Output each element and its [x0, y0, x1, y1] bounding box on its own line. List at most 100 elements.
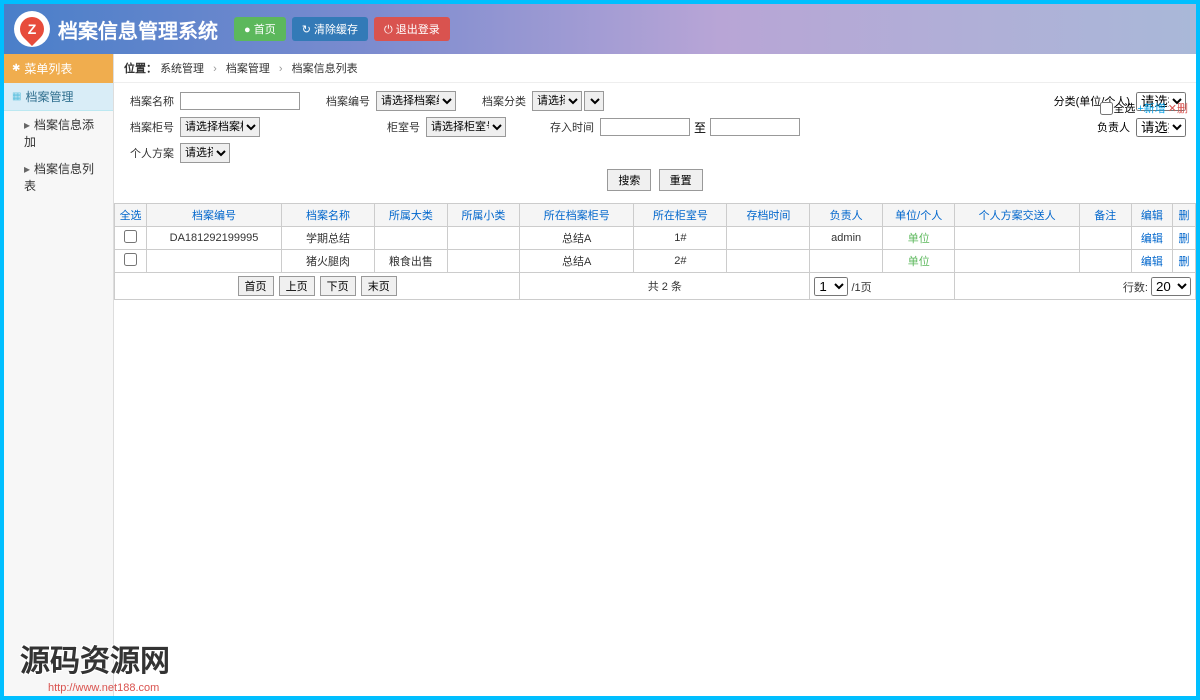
col-select: 全选	[115, 204, 147, 227]
cell-code: DA181292199995	[147, 227, 282, 250]
cell-owner	[810, 250, 883, 273]
cabinet-label: 档案柜号	[124, 119, 174, 135]
data-table: 全选 档案编号 档案名称 所属大类 所属小类 所在档案柜号 所在柜室号 存档时间…	[114, 203, 1196, 300]
breadcrumb-part[interactable]: 档案管理	[226, 63, 270, 75]
store-time-label: 存入时间	[544, 119, 594, 135]
table-header-row: 全选 档案编号 档案名称 所属大类 所属小类 所在档案柜号 所在柜室号 存档时间…	[115, 204, 1196, 227]
col-unit: 单位/个人	[882, 204, 955, 227]
col-del: 删	[1173, 204, 1196, 227]
archive-name-input[interactable]	[180, 92, 300, 110]
breadcrumb-part[interactable]: 系统管理	[160, 63, 204, 75]
col-cat1: 所属大类	[375, 204, 448, 227]
cell-remark	[1079, 227, 1131, 250]
edit-link[interactable]: 编辑	[1131, 227, 1172, 250]
cell-cat1: 粮食出售	[375, 250, 448, 273]
breadcrumb: 位置： 系统管理 › 档案管理 › 档案信息列表	[114, 54, 1196, 83]
row-checkbox[interactable]	[124, 253, 137, 266]
cell-room: 1#	[634, 227, 727, 250]
sidebar-item-list[interactable]: 档案信息列表	[4, 155, 113, 199]
date-to-label: 至	[694, 119, 706, 136]
edit-link[interactable]: 编辑	[1131, 250, 1172, 273]
col-cabinet: 所在档案柜号	[520, 204, 634, 227]
cell-remark	[1079, 250, 1131, 273]
table-row: 猪火腿肉粮食出售 总结A2# 单位 编辑删	[115, 250, 1196, 273]
cell-sender	[955, 227, 1079, 250]
delete-link[interactable]: 删	[1173, 227, 1196, 250]
rows-label: 行数:	[1123, 282, 1148, 294]
table-row: DA181292199995学期总结 总结A1# admin单位 编辑删	[115, 227, 1196, 250]
cell-unit-link[interactable]: 单位	[882, 250, 955, 273]
first-page-button[interactable]: 首页	[238, 276, 274, 296]
add-button[interactable]: +新增	[1137, 100, 1165, 116]
menu-header: 菜单列表	[4, 54, 113, 83]
next-page-button[interactable]: 下页	[320, 276, 356, 296]
cell-owner: admin	[810, 227, 883, 250]
store-time-to-input[interactable]	[710, 118, 800, 136]
cell-code	[147, 250, 282, 273]
cell-name: 学期总结	[281, 227, 374, 250]
chevron-right-icon: ›	[213, 63, 217, 75]
cell-sender	[955, 250, 1079, 273]
row-checkbox[interactable]	[124, 230, 137, 243]
rows-per-page-select[interactable]: 20	[1151, 277, 1191, 296]
archive-category-select[interactable]: 请选择	[532, 91, 582, 111]
owner-label: 负责人	[1097, 119, 1130, 135]
personal-plan-label: 个人方案	[124, 145, 174, 161]
cell-time	[727, 250, 810, 273]
col-cat2: 所属小类	[447, 204, 520, 227]
room-select[interactable]: 请选择柜室号	[426, 117, 506, 137]
main-content: 位置： 系统管理 › 档案管理 › 档案信息列表 全选 +新增 ✕删 档案名称	[114, 54, 1196, 696]
cell-cat2	[447, 250, 520, 273]
app-logo-icon	[14, 11, 50, 47]
clear-cache-button[interactable]: ↻ 清除缓存	[292, 17, 368, 41]
col-room: 所在柜室号	[634, 204, 727, 227]
cell-name: 猪火腿肉	[281, 250, 374, 273]
col-time: 存档时间	[727, 204, 810, 227]
col-owner: 负责人	[810, 204, 883, 227]
sidebar-group-archives[interactable]: 档案管理	[4, 83, 113, 111]
archive-category-label: 档案分类	[476, 93, 526, 109]
logout-button[interactable]: ⏻ 退出登录	[374, 17, 450, 41]
archive-code-label: 档案编号	[320, 93, 370, 109]
store-time-from-input[interactable]	[600, 118, 690, 136]
cell-cabinet: 总结A	[520, 227, 634, 250]
select-all-checkbox[interactable]	[1100, 102, 1113, 115]
cell-time	[727, 227, 810, 250]
cell-cat1	[375, 227, 448, 250]
app-header: 档案信息管理系统 ● 首页 ↻ 清除缓存 ⏻ 退出登录	[4, 4, 1196, 54]
col-code: 档案编号	[147, 204, 282, 227]
cabinet-select[interactable]: 请选择档案柜号	[180, 117, 260, 137]
cell-unit-link[interactable]: 单位	[882, 227, 955, 250]
breadcrumb-prefix: 位置：	[124, 63, 157, 75]
sidebar: 菜单列表 档案管理 档案信息添加 档案信息列表	[4, 54, 114, 696]
cell-cat2	[447, 227, 520, 250]
last-page-button[interactable]: 末页	[361, 276, 397, 296]
sidebar-item-add[interactable]: 档案信息添加	[4, 111, 113, 155]
pager-total: 共 2 条	[520, 273, 810, 300]
home-button[interactable]: ● 首页	[234, 17, 286, 41]
archive-name-label: 档案名称	[124, 93, 174, 109]
cell-cabinet: 总结A	[520, 250, 634, 273]
room-label: 柜室号	[370, 119, 420, 135]
delete-button[interactable]: ✕删	[1168, 100, 1188, 116]
col-edit: 编辑	[1131, 204, 1172, 227]
archive-subcategory-select[interactable]	[584, 91, 604, 111]
search-button[interactable]: 搜索	[607, 169, 651, 191]
chevron-right-icon: ›	[279, 63, 283, 75]
col-remark: 备注	[1079, 204, 1131, 227]
app-title: 档案信息管理系统	[58, 15, 218, 44]
col-sender: 个人方案交送人	[955, 204, 1079, 227]
archive-code-select[interactable]: 请选择档案编号	[376, 91, 456, 111]
col-name: 档案名称	[281, 204, 374, 227]
owner-select[interactable]: 请选择	[1136, 118, 1186, 137]
page-number-select[interactable]: 1	[814, 277, 848, 296]
personal-plan-select[interactable]: 请选择	[180, 143, 230, 163]
select-all-label: 全选	[1113, 100, 1135, 116]
bulk-actions: 全选 +新增 ✕删	[1100, 100, 1188, 116]
delete-link[interactable]: 删	[1173, 250, 1196, 273]
page-suffix: /1页	[851, 282, 871, 294]
reset-button[interactable]: 重置	[659, 169, 703, 191]
search-panel: 档案名称 档案编号 请选择档案编号 档案分类 请选择 分类(单位/个人)	[114, 83, 1196, 203]
prev-page-button[interactable]: 上页	[279, 276, 315, 296]
cell-room: 2#	[634, 250, 727, 273]
